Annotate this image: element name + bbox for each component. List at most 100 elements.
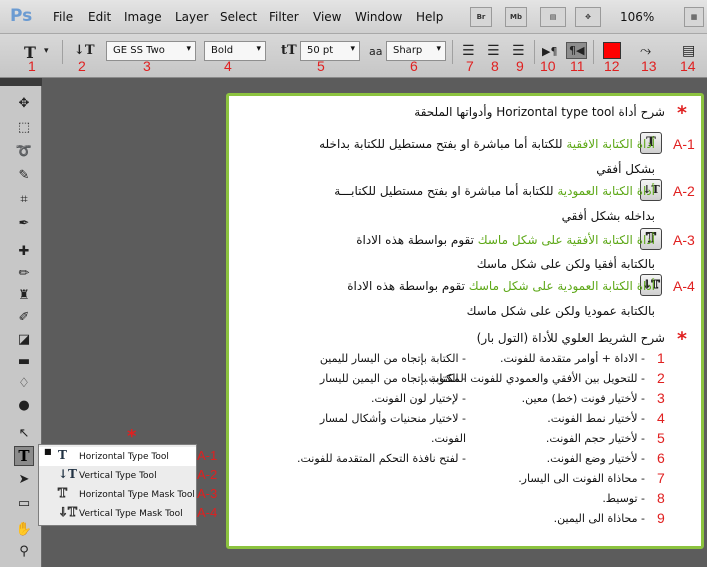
healing-brush-tool-icon[interactable]: ✚ bbox=[14, 242, 34, 262]
option-number: 6 bbox=[410, 58, 418, 74]
option-number: 14 bbox=[680, 58, 696, 74]
menu-select[interactable]: Select bbox=[220, 10, 257, 24]
chevron-down-icon: ▾ bbox=[256, 44, 261, 54]
flyout-item-horizontal-type[interactable]: ■ T Horizontal Type Tool bbox=[39, 447, 196, 466]
selected-bullet-icon: ■ bbox=[44, 447, 52, 456]
list-number: 3 bbox=[657, 390, 665, 406]
menu-view[interactable]: View bbox=[313, 10, 341, 24]
arrange-documents-icon[interactable]: ▦ bbox=[684, 7, 704, 27]
text-direction-ltr-icon[interactable]: ▶¶ bbox=[542, 45, 557, 58]
menu-file[interactable]: File bbox=[53, 10, 73, 24]
list-number: 2 bbox=[657, 370, 665, 386]
clone-stamp-tool-icon[interactable]: ♜ bbox=[14, 286, 34, 306]
list-number: 6 bbox=[657, 450, 665, 466]
divider bbox=[452, 40, 453, 64]
tool-description-line2: بداخله بشكل أفقي bbox=[561, 209, 655, 223]
list-number: 7 bbox=[657, 470, 665, 486]
flyout-item-label: Horizontal Type Tool bbox=[79, 452, 169, 462]
menu-image[interactable]: Image bbox=[124, 10, 162, 24]
vertical-type-mask-icon: ↓T bbox=[58, 505, 78, 520]
align-left-icon[interactable]: ☰ bbox=[462, 43, 475, 59]
brush-tool-icon[interactable]: ✏ bbox=[14, 264, 34, 284]
anti-alias-icon: aa bbox=[369, 45, 383, 58]
option-number: 3 bbox=[143, 58, 151, 74]
menu-layer[interactable]: Layer bbox=[175, 10, 208, 24]
tool-description: أداة الكتابة الأفقية على شكل ماسك تقوم ب… bbox=[356, 233, 655, 247]
font-family-value: GE SS Two bbox=[113, 45, 165, 56]
flyout-code: A-4 bbox=[197, 505, 218, 520]
font-size-select[interactable]: 50 pt ▾ bbox=[300, 41, 360, 61]
gradient-tool-icon[interactable]: ▬ bbox=[14, 352, 34, 372]
tool-description-line2: بالكتابة عموديا ولكن على شكل ماسك bbox=[466, 304, 655, 318]
text-direction-rtl-icon[interactable]: ¶◀ bbox=[566, 42, 588, 59]
menu-edit[interactable]: Edit bbox=[88, 10, 111, 24]
chevron-down-icon: ▾ bbox=[350, 44, 355, 54]
divider bbox=[534, 40, 535, 64]
quick-selection-tool-icon[interactable]: ✎ bbox=[14, 166, 34, 186]
list-item: - الكتابة بإتجاه من اليسار لليمين bbox=[319, 352, 466, 365]
menu-help[interactable]: Help bbox=[416, 10, 443, 24]
flyout-item-vertical-type-mask[interactable]: ↓T Vertical Type Mask Tool bbox=[39, 504, 196, 523]
lasso-tool-icon[interactable]: ➰ bbox=[14, 142, 34, 162]
pen-tool-icon[interactable]: ↖ bbox=[14, 424, 34, 444]
list-item: - لأختيار وضع الفونت. bbox=[546, 452, 645, 465]
character-panel-icon[interactable]: ▤ bbox=[682, 43, 695, 59]
view-extras-icon[interactable]: ▤ bbox=[540, 7, 566, 27]
align-right-icon[interactable]: ☰ bbox=[512, 43, 525, 59]
eraser-tool-icon[interactable]: ◪ bbox=[14, 330, 34, 350]
type-tool-icon[interactable]: T bbox=[14, 446, 34, 466]
path-selection-tool-icon[interactable]: ➤ bbox=[14, 470, 34, 490]
flyout-item-horizontal-type-mask[interactable]: T Horizontal Type Mask Tool bbox=[39, 485, 196, 504]
tool-description: أداة الكتابة الافقية للكتابة أما مباشرة … bbox=[319, 137, 655, 151]
zoom-level[interactable]: 106% bbox=[620, 10, 654, 24]
option-number: 12 bbox=[604, 58, 620, 74]
option-number: 13 bbox=[641, 58, 657, 74]
mini-bridge-button[interactable]: Mb bbox=[505, 7, 527, 27]
tools-panel: ✥ ⬚ ➰ ✎ ⌗ ✒ ✚ ✏ ♜ ✐ ◪ ▬ ♢ ● ↖ T ➤ ▭ ✋ ⚲ bbox=[0, 78, 42, 567]
text-color-swatch[interactable] bbox=[603, 42, 621, 59]
tool-desc: للكتابة أما مباشرة او بفتح مستطيل للكتاب… bbox=[319, 137, 567, 151]
list-item: الفونت. bbox=[430, 432, 466, 445]
list-number: 8 bbox=[657, 490, 665, 506]
list-number: 1 bbox=[657, 350, 665, 366]
font-family-select[interactable]: GE SS Two ▾ bbox=[106, 41, 196, 61]
list-item: - الاداة + أوامر متقدمة للفونت. bbox=[499, 352, 645, 365]
option-number: 9 bbox=[516, 58, 524, 74]
option-number: 2 bbox=[78, 58, 86, 74]
options-bar: T ▾ ↓T GE SS Two ▾ Bold ▾ tT 50 pt ▾ aa … bbox=[0, 34, 707, 78]
option-number: 11 bbox=[570, 58, 585, 74]
eyedropper-tool-icon[interactable]: ✒ bbox=[14, 214, 34, 234]
list-number: 4 bbox=[657, 410, 665, 426]
bridge-button[interactable]: Br bbox=[470, 7, 492, 27]
panel-grip[interactable] bbox=[0, 78, 42, 86]
list-item: - محاذاة الى اليمين. bbox=[553, 512, 645, 525]
font-style-select[interactable]: Bold ▾ bbox=[204, 41, 266, 61]
tool-name: أداة الكتابة الأفقية على شكل ماسك bbox=[477, 233, 655, 247]
tool-code: A-1 bbox=[673, 136, 695, 152]
marquee-tool-icon[interactable]: ⬚ bbox=[14, 118, 34, 138]
blur-tool-icon[interactable]: ♢ bbox=[14, 374, 34, 394]
hand-tool-icon[interactable]: ✋ bbox=[14, 520, 34, 540]
flyout-item-vertical-type[interactable]: ↓T Vertical Type Tool bbox=[39, 466, 196, 485]
list-item: - لأختيار نمط الفونت. bbox=[547, 412, 645, 425]
list-number: 5 bbox=[657, 430, 665, 446]
move-tool-icon[interactable]: ✥ bbox=[14, 94, 34, 114]
menu-filter[interactable]: Filter bbox=[269, 10, 299, 24]
history-brush-tool-icon[interactable]: ✐ bbox=[14, 308, 34, 328]
menu-bar: Ps File Edit Image Layer Select Filter V… bbox=[0, 0, 707, 34]
zoom-tool-icon[interactable]: ⚲ bbox=[14, 542, 34, 562]
chevron-down-icon: ▾ bbox=[436, 44, 441, 54]
dodge-tool-icon[interactable]: ● bbox=[14, 396, 34, 416]
toggle-orientation-icon[interactable]: ↓T bbox=[74, 43, 95, 58]
warped-text-icon[interactable]: ⤳ bbox=[640, 43, 651, 59]
divider bbox=[62, 40, 63, 64]
tool-description-line2: بشكل أفقي bbox=[596, 162, 655, 176]
chevron-down-icon[interactable]: ▾ bbox=[44, 46, 49, 56]
crop-tool-icon[interactable]: ⌗ bbox=[14, 190, 34, 210]
tool-name: أداة الكتابة العمودية bbox=[557, 184, 655, 198]
rectangle-tool-icon[interactable]: ▭ bbox=[14, 494, 34, 514]
divider bbox=[593, 40, 594, 64]
zoom-tool-icon[interactable]: ✥ bbox=[575, 7, 601, 27]
align-center-icon[interactable]: ☰ bbox=[487, 43, 500, 59]
menu-window[interactable]: Window bbox=[355, 10, 402, 24]
